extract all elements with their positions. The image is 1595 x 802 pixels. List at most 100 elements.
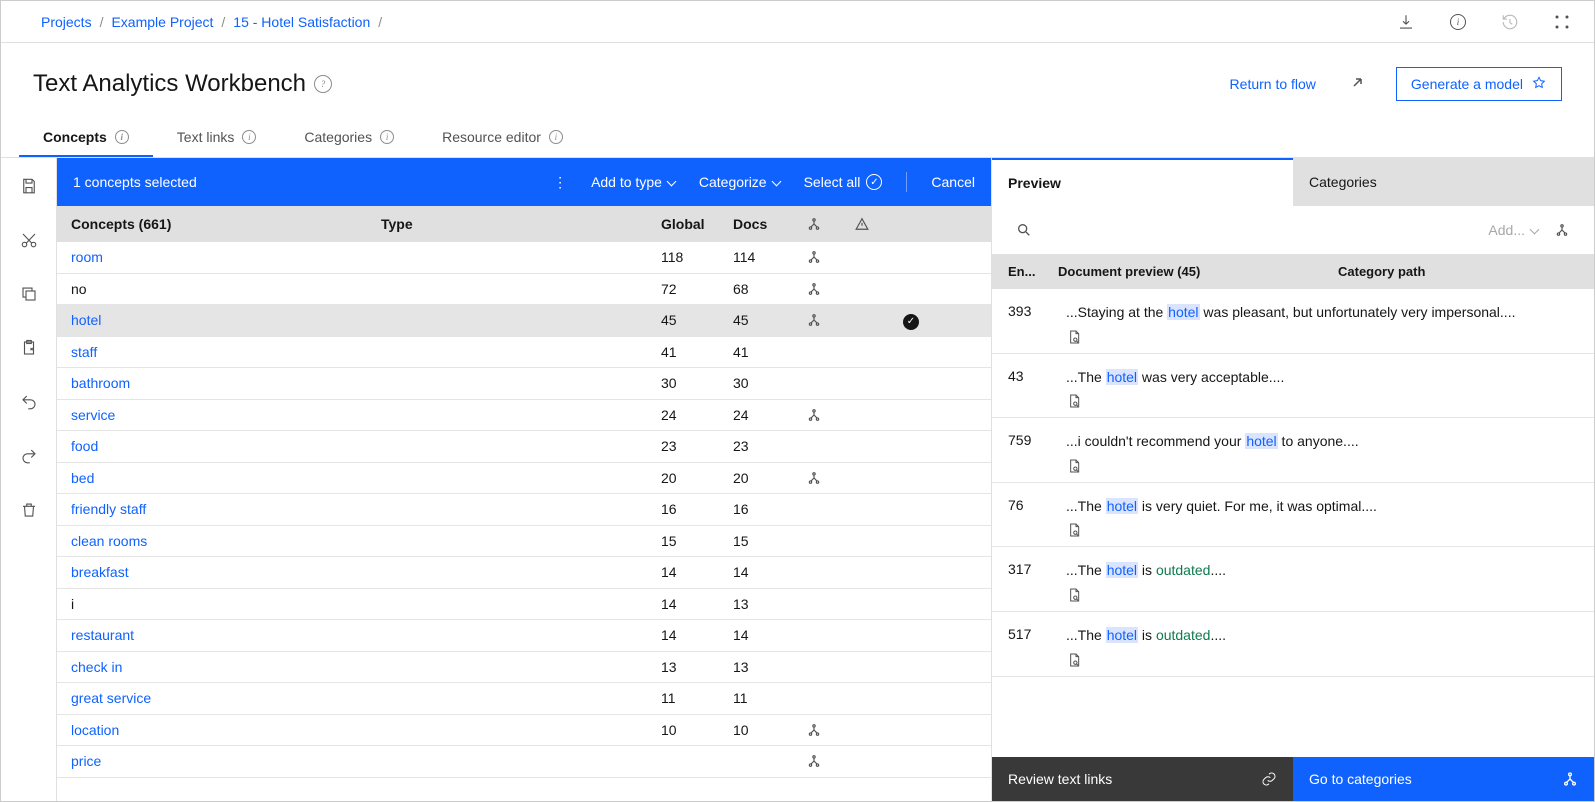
concept-name[interactable]: check in [71, 659, 381, 675]
tree-icon[interactable] [807, 282, 855, 296]
paste-icon[interactable] [11, 330, 47, 366]
concept-name[interactable]: restaurant [71, 627, 381, 643]
copy-icon[interactable] [11, 276, 47, 312]
concept-name[interactable]: room [71, 249, 381, 265]
concept-row[interactable]: bed2020 [57, 463, 991, 495]
search-icon[interactable] [1008, 214, 1040, 246]
concept-name[interactable]: breakfast [71, 564, 381, 580]
preview-row[interactable]: 393...Staying at the hotel was pleasant,… [992, 289, 1594, 354]
col-concepts[interactable]: Concepts (661) [71, 216, 381, 232]
concept-row[interactable]: restaurant1414 [57, 620, 991, 652]
document-search-icon[interactable] [1066, 329, 1578, 345]
review-text-links-button[interactable]: Review text links [992, 757, 1293, 801]
undo-icon[interactable] [11, 384, 47, 420]
preview-row[interactable]: 517...The hotel is outdated.... [992, 612, 1594, 677]
preview-row[interactable]: 317...The hotel is outdated.... [992, 547, 1594, 612]
concept-name[interactable]: location [71, 722, 381, 738]
concept-row[interactable]: staff4141 [57, 337, 991, 369]
concept-name[interactable]: great service [71, 690, 381, 706]
concept-row[interactable]: bathroom3030 [57, 368, 991, 400]
expand-arrow-icon[interactable] [1340, 68, 1372, 100]
cut-icon[interactable] [11, 222, 47, 258]
concept-row[interactable]: i1413 [57, 589, 991, 621]
document-search-icon[interactable] [1066, 393, 1578, 409]
history-icon[interactable] [1494, 6, 1526, 38]
download-icon[interactable] [1390, 6, 1422, 38]
col-type[interactable]: Type [381, 216, 661, 232]
concept-name[interactable]: service [71, 407, 381, 423]
col-cat-path[interactable]: Category path [1338, 264, 1578, 279]
concept-row[interactable]: hotel4545✓ [57, 305, 991, 337]
tree-icon[interactable] [807, 408, 855, 422]
redo-icon[interactable] [11, 438, 47, 474]
generate-model-button[interactable]: Generate a model [1396, 67, 1562, 101]
concept-name[interactable]: price [71, 753, 381, 769]
concept-row[interactable]: check in1313 [57, 652, 991, 684]
info-icon[interactable]: i [1442, 6, 1474, 38]
cancel-button[interactable]: Cancel [931, 174, 975, 190]
document-search-icon[interactable] [1066, 458, 1578, 474]
save-icon[interactable] [11, 168, 47, 204]
tree-icon[interactable] [807, 250, 855, 264]
delete-icon[interactable] [11, 492, 47, 528]
preview-row[interactable]: 759...i couldn't recommend your hotel to… [992, 418, 1594, 483]
add-to-type-button[interactable]: Add to type [591, 174, 675, 190]
tree-icon[interactable] [807, 471, 855, 485]
info-icon[interactable]: i [242, 130, 256, 144]
document-search-icon[interactable] [1066, 522, 1578, 538]
concept-row[interactable]: room118114 [57, 242, 991, 274]
info-icon[interactable]: i [549, 130, 563, 144]
concept-name[interactable]: bathroom [71, 375, 381, 391]
go-to-categories-button[interactable]: Go to categories [1293, 757, 1594, 801]
col-docs[interactable]: Docs [733, 216, 807, 232]
document-search-icon[interactable] [1066, 587, 1578, 603]
concept-name[interactable]: hotel [71, 312, 381, 328]
help-icon[interactable]: ? [314, 75, 332, 93]
tab-categories[interactable]: Categoriesi [280, 119, 418, 157]
preview-row[interactable]: 43...The hotel was very acceptable.... [992, 354, 1594, 419]
concept-name[interactable]: no [71, 281, 381, 297]
concept-row[interactable]: clean rooms1515 [57, 526, 991, 558]
concept-row[interactable]: great service1111 [57, 683, 991, 715]
apps-icon[interactable] [1546, 6, 1578, 38]
return-to-flow-link[interactable]: Return to flow [1230, 76, 1316, 92]
breadcrumb-projects[interactable]: Projects [41, 14, 92, 30]
tab-concepts[interactable]: Conceptsi [19, 119, 153, 157]
tree-column-icon[interactable] [807, 217, 855, 231]
tree-icon[interactable] [807, 313, 855, 327]
concept-row[interactable]: no7268 [57, 274, 991, 306]
tree-icon[interactable] [1546, 214, 1578, 246]
right-tab-categories[interactable]: Categories [1293, 158, 1594, 206]
tree-icon[interactable] [807, 723, 855, 737]
concept-name[interactable]: food [71, 438, 381, 454]
warning-column-icon[interactable] [855, 217, 903, 231]
right-tab-preview[interactable]: Preview [992, 158, 1293, 206]
tab-resource-editor[interactable]: Resource editori [418, 119, 587, 157]
concept-row[interactable]: price [57, 746, 991, 778]
col-global[interactable]: Global [661, 216, 733, 232]
concept-row[interactable]: breakfast1414 [57, 557, 991, 589]
breadcrumb-project[interactable]: Example Project [111, 14, 213, 30]
concept-row[interactable]: service2424 [57, 400, 991, 432]
tree-icon[interactable] [807, 754, 855, 768]
concept-row[interactable]: location1010 [57, 715, 991, 747]
concept-row[interactable]: food2323 [57, 431, 991, 463]
overflow-menu-icon[interactable]: ⋮ [553, 174, 567, 191]
add-dropdown[interactable]: Add... [1488, 222, 1538, 238]
tab-text-links[interactable]: Text linksi [153, 119, 281, 157]
concept-row[interactable]: friendly staff1616 [57, 494, 991, 526]
select-all-button[interactable]: Select all✓ [804, 174, 883, 190]
concept-name[interactable]: bed [71, 470, 381, 486]
col-doc-preview[interactable]: Document preview (45) [1058, 264, 1338, 279]
concept-name[interactable]: clean rooms [71, 533, 381, 549]
col-entry[interactable]: En... [1008, 264, 1058, 279]
breadcrumb-node[interactable]: 15 - Hotel Satisfaction [233, 14, 370, 30]
categorize-button[interactable]: Categorize [699, 174, 780, 190]
concept-name[interactable]: friendly staff [71, 501, 381, 517]
info-icon[interactable]: i [115, 130, 129, 144]
concept-name[interactable]: staff [71, 344, 381, 360]
concept-name[interactable]: i [71, 596, 381, 612]
document-search-icon[interactable] [1066, 652, 1578, 668]
preview-row[interactable]: 76...The hotel is very quiet. For me, it… [992, 483, 1594, 548]
info-icon[interactable]: i [380, 130, 394, 144]
